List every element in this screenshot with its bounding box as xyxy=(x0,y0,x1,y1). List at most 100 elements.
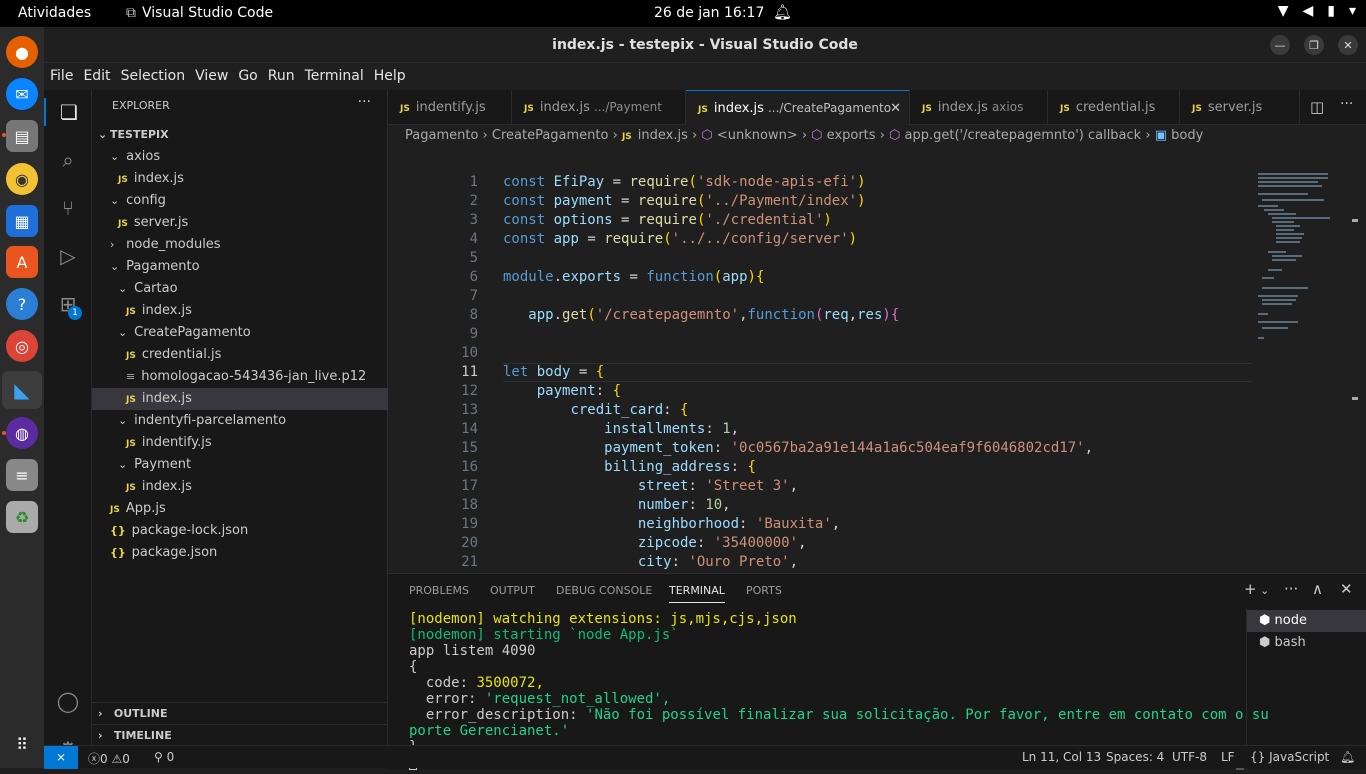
tree-item[interactable]: ⌄ config xyxy=(92,190,388,212)
firefox-icon[interactable]: ● xyxy=(6,36,38,68)
thunderbird-icon[interactable]: ✉ xyxy=(6,78,38,110)
close-window-button[interactable]: ✕ xyxy=(1338,35,1358,55)
extensions-badge: 1 xyxy=(68,306,82,320)
chevron-down-icon[interactable]: ⌄ xyxy=(1260,584,1269,597)
remote-indicator-icon[interactable]: ⨯ xyxy=(44,746,78,769)
close-panel-icon[interactable]: ✕ xyxy=(1340,580,1353,598)
minimize-button[interactable]: — xyxy=(1270,35,1290,55)
notifications-icon[interactable]: 🔔︎ xyxy=(1340,750,1355,764)
app-menu[interactable]: ⧉ Visual Studio Code xyxy=(126,5,273,21)
panel-tab-problems[interactable]: PROBLEMS xyxy=(409,584,469,597)
menu-edit[interactable]: Edit xyxy=(78,63,115,90)
terminal-item-bash[interactable]: ⬢ bash xyxy=(1247,632,1366,654)
menu-view[interactable]: View xyxy=(190,63,233,90)
tab-createpagamento-index[interactable]: JS index.js .../CreatePagamento ✕ xyxy=(686,90,910,125)
panel-tab-output[interactable]: OUTPUT xyxy=(490,584,535,597)
ports-status[interactable]: ⚲ 0 xyxy=(154,750,174,764)
system-tray[interactable]: ▼ ◀ ▮ ▾ xyxy=(1278,3,1356,19)
panel-tab-ports[interactable]: PORTS xyxy=(746,584,782,597)
menu-terminal[interactable]: Terminal xyxy=(300,63,369,90)
tab-server[interactable]: JS server.js xyxy=(1180,90,1300,125)
end-of-line[interactable]: LF xyxy=(1221,750,1235,764)
account-icon[interactable]: ◯ xyxy=(54,687,82,715)
menu-file[interactable]: File xyxy=(44,63,78,90)
tree-item[interactable]: JS server.js xyxy=(92,212,388,234)
breadcrumb-item[interactable]: Pagamento xyxy=(405,128,478,143)
tab-payment-index[interactable]: JS index.js .../Payment xyxy=(512,90,686,125)
apps-grid-icon[interactable]: ⠿ xyxy=(6,728,38,760)
run-debug-icon[interactable]: ▷ xyxy=(54,242,82,270)
timeline-section[interactable]: › TIMELINE xyxy=(92,724,388,746)
panel-tab-terminal[interactable]: TERMINAL xyxy=(669,584,725,603)
outline-section[interactable]: › OUTLINE xyxy=(92,702,388,724)
tree-item[interactable]: ≡ homologacao-543436-jan_live.p12 xyxy=(92,366,388,388)
chrome-icon[interactable]: ◎ xyxy=(6,330,38,362)
recycle-icon[interactable]: ♻ xyxy=(6,501,38,533)
tree-item[interactable]: JS index.js xyxy=(92,476,388,498)
add-terminal-icon[interactable]: + xyxy=(1244,580,1257,598)
bell-icon[interactable]: 🔔︎ xyxy=(773,3,792,21)
source-control-icon[interactable]: ⑂ xyxy=(54,194,82,222)
tree-item[interactable]: ⌄ indentyfi-parcelamento xyxy=(92,410,388,432)
tab-credential[interactable]: JS credential.js xyxy=(1048,90,1180,125)
vscode-icon[interactable]: ◣ xyxy=(2,371,42,409)
tree-item[interactable]: ⌄ Cartao xyxy=(92,278,388,300)
text-editor-icon[interactable]: ≡ xyxy=(6,459,38,491)
tree-item[interactable]: JS credential.js xyxy=(92,344,388,366)
cursor-position[interactable]: Ln 11, Col 13 xyxy=(1022,750,1101,764)
tree-item[interactable]: JS index.js xyxy=(92,300,388,322)
rhythmbox-icon[interactable]: ◉ xyxy=(6,163,38,195)
explorer-icon[interactable]: ❏ xyxy=(44,98,92,126)
tree-item[interactable]: JS App.js xyxy=(92,498,388,520)
screenshot-icon[interactable]: ◍ xyxy=(6,417,38,449)
indentation[interactable]: Spaces: 4 xyxy=(1106,750,1164,764)
breadcrumb-item[interactable]: body xyxy=(1171,128,1203,143)
terminal-name: node xyxy=(1274,613,1307,628)
tree-item[interactable]: JS index.js xyxy=(92,168,388,190)
tree-item-selected[interactable]: JS index.js xyxy=(92,388,388,410)
terminal-item-node[interactable]: ⬢ node xyxy=(1247,610,1366,632)
tree-item[interactable]: ⌄ Payment xyxy=(92,454,388,476)
breadcrumb-item[interactable]: exports xyxy=(827,128,876,143)
more-actions-icon[interactable]: ··· xyxy=(358,94,371,110)
writer-icon[interactable]: ▦ xyxy=(6,205,38,237)
more-actions-icon[interactable]: ··· xyxy=(1340,96,1353,112)
language-mode[interactable]: {} JavaScript xyxy=(1250,750,1329,764)
menu-go[interactable]: Go xyxy=(233,63,262,90)
tab-indentify[interactable]: JS indentify.js xyxy=(388,90,512,125)
clock[interactable]: 26 de jan 16:17 xyxy=(654,5,764,21)
maximize-button[interactable]: ❐ xyxy=(1304,35,1324,55)
search-icon[interactable]: ⌕ xyxy=(54,146,82,174)
close-icon[interactable]: ✕ xyxy=(890,91,901,125)
maximize-panel-icon[interactable]: ∧ xyxy=(1312,580,1323,598)
panel-tab-debug-console[interactable]: DEBUG CONSOLE xyxy=(556,584,652,597)
workspace-root[interactable]: ⌄ TESTEPIX xyxy=(92,124,388,146)
breadcrumb-item[interactable]: CreatePagamento xyxy=(492,128,609,143)
tree-item-label: node_modules xyxy=(126,237,221,252)
tree-item[interactable]: ⌄ axios xyxy=(92,146,388,168)
minimap[interactable] xyxy=(1252,147,1366,573)
software-icon[interactable]: A xyxy=(6,246,38,278)
tree-item[interactable]: {} package-lock.json xyxy=(92,520,388,542)
files-icon[interactable]: ▤ xyxy=(6,120,38,152)
tree-item[interactable]: {} package.json xyxy=(92,542,388,564)
menu-run[interactable]: Run xyxy=(263,63,300,90)
menu-help[interactable]: Help xyxy=(369,63,411,90)
more-actions-icon[interactable]: ··· xyxy=(1284,580,1298,598)
help-icon[interactable]: ? xyxy=(6,288,38,320)
tab-axios-index[interactable]: JS index.js axios xyxy=(910,90,1048,125)
menu-selection[interactable]: Selection xyxy=(116,63,191,90)
breadcrumb-item[interactable]: <unknown> xyxy=(717,128,798,143)
breadcrumb-item[interactable]: app.get('/createpagemnto') callback xyxy=(905,128,1142,143)
split-editor-icon[interactable]: ◫ xyxy=(1310,98,1324,116)
code-editor[interactable]: 1 2 3 4 5 6 7 8 9 10 11 12 13 14 15 16 1… xyxy=(388,147,1366,573)
tree-item[interactable]: ⌄ Pagamento xyxy=(92,256,388,278)
activities-button[interactable]: Atividades xyxy=(18,5,91,21)
breadcrumb-item[interactable]: index.js xyxy=(638,128,688,143)
problems-status[interactable]: ⓧ0 ⚠0 xyxy=(88,750,130,767)
tree-item[interactable]: ⌄ CreatePagamento xyxy=(92,322,388,344)
tree-item[interactable]: JS indentify.js xyxy=(92,432,388,454)
code-line: installments: 1, xyxy=(604,421,740,437)
tree-item[interactable]: › node_modules xyxy=(92,234,388,256)
encoding[interactable]: UTF-8 xyxy=(1172,750,1207,764)
